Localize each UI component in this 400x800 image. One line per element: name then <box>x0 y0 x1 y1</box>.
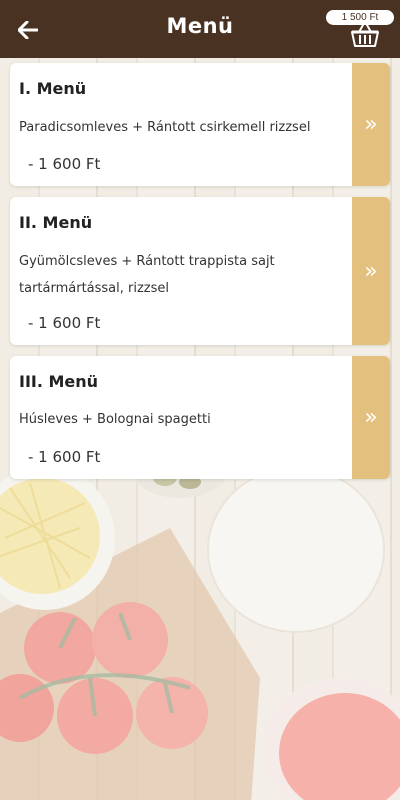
menu-description: Gyümölcsleves + Rántott trappista sajt t… <box>19 254 275 296</box>
menu-title: III. Menü <box>19 372 99 391</box>
menu-card-1[interactable]: I. Menü Paradicsomleves + Rántott csirke… <box>10 63 390 186</box>
menu-price: - 1 600 Ft <box>28 448 101 466</box>
menu-title: II. Menü <box>19 213 93 232</box>
menu-description: Húsleves + Bolognai spagetti <box>19 412 211 427</box>
menu-price: - 1 600 Ft <box>28 155 101 173</box>
chevron-double-right-icon: » <box>364 258 378 284</box>
basket-icon <box>351 24 379 47</box>
menu-card-2[interactable]: II. Menü Gyümölcsleves + Rántott trappis… <box>10 197 390 345</box>
menu-price: - 1 600 Ft <box>28 314 101 332</box>
chevron-double-right-icon: » <box>364 405 378 430</box>
basket-button[interactable] <box>348 22 382 48</box>
menu-title: I. Menü <box>19 79 87 98</box>
menu-open-button[interactable]: » <box>352 356 390 479</box>
app-header: Menü 1 500 Ft <box>0 0 400 58</box>
menu-open-button[interactable]: » <box>352 197 390 345</box>
menu-description: Paradicsomleves + Rántott csirkemell riz… <box>19 120 311 135</box>
menu-open-button[interactable]: » <box>352 63 390 186</box>
menu-card-3[interactable]: III. Menü Húsleves + Bolognai spagetti -… <box>10 356 390 479</box>
chevron-double-right-icon: » <box>364 112 378 137</box>
